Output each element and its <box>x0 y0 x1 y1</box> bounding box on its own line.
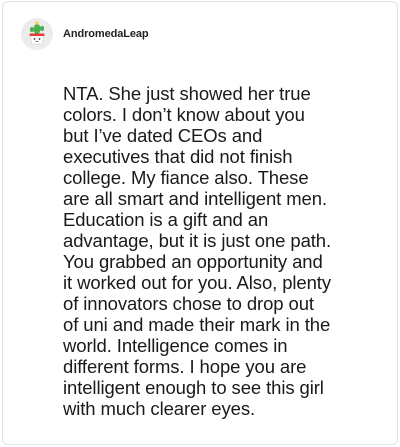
comment-author-username[interactable]: AndromedaLeap <box>63 28 149 40</box>
cactus-pot-avatar-icon[interactable] <box>21 18 53 50</box>
comment-card: AndromedaLeap NTA. She just showed her t… <box>2 1 398 445</box>
comment-body: NTA. She just showed her true colors. I … <box>63 83 332 419</box>
